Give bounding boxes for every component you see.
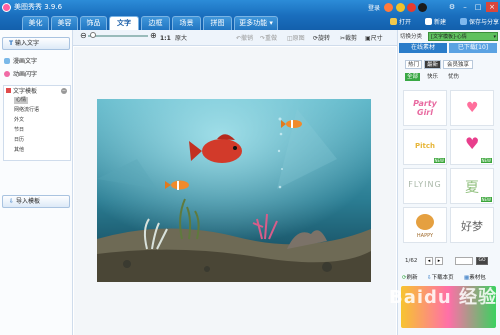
tree-item[interactable]: 网络流行语 [14,107,39,114]
text-icon: T [9,40,14,47]
download-page-button[interactable]: ⇩下载本页 [427,274,454,283]
app-title: 美图秀秀 3.9.6 [14,3,63,11]
tab-beautify[interactable]: 美化 [22,16,49,30]
input-text-button[interactable]: T 输入文字 [2,37,70,50]
material-thumb[interactable]: 夏 NEW [450,168,494,204]
tab-downloaded[interactable]: 已下载[10] [449,43,497,53]
tab-frame[interactable]: 边框 [141,16,170,30]
title-bar: 美图秀秀 3.9.6 登录 ⚙ – □ × [0,0,500,15]
undo-button[interactable]: ↶撤销 [236,35,253,43]
new-badge: NEW [480,197,492,202]
subtab-vip[interactable]: 会员独享 [443,60,473,69]
zoom-in-button[interactable]: ⊕ [150,32,157,40]
tree-item[interactable]: 外文 [14,117,24,124]
material-thumb[interactable]: HAPPY [403,207,447,243]
tab-collage[interactable]: 拼图 [203,16,232,30]
close-button[interactable]: × [486,2,498,12]
category-sad[interactable]: 忧伤 [448,73,459,81]
material-thumb[interactable]: 好梦 [450,207,494,243]
scale-1to1-button[interactable]: 1:1 [160,35,171,43]
crop-button[interactable]: ✂裁剪 [340,35,357,43]
tab-accessory[interactable]: 饰品 [80,16,107,30]
open-button[interactable]: 打开 [390,17,411,28]
original-size-button[interactable]: 原大 [175,35,187,43]
switch-category-select[interactable]: [文字模板]-心情 ▾ [428,32,498,41]
aquarium-image [97,99,371,282]
import-template-button[interactable]: ⇩ 导入模板 [2,195,70,208]
tab-scene[interactable]: 场景 [172,16,201,30]
heart-balloon-icon: ♥ [465,134,480,153]
switch-category-label: 切换分类 [400,34,423,40]
template-icon [6,88,11,93]
hedgehog-icon [416,214,434,230]
animated-text-item[interactable]: 动画闪字 [4,71,37,79]
weibo-icon[interactable] [407,3,416,12]
material-thumb[interactable]: FLYING [403,168,447,204]
tree-item[interactable]: 日历 [14,137,24,144]
page-indicator: 1/62 [405,258,418,264]
dropdown-icon: ▾ [493,34,496,40]
tab-makeup[interactable]: 美容 [51,16,78,30]
zoom-out-button[interactable]: ⊖ [80,32,87,40]
material-thumb[interactable]: ♥ heart-balloon NEW [450,129,494,165]
save-share-button[interactable]: 保存与分享 [460,17,499,28]
maximize-button[interactable]: □ [472,2,484,12]
material-thumb[interactable]: ♥ heart [450,90,494,126]
template-tree: 文字模板 − 心情 网络流行语 外文 节日 日历 其他 [3,85,71,161]
heart-icon: ♥ [466,100,479,116]
tree-item[interactable]: 其他 [14,147,24,154]
redo-button[interactable]: ↷重做 [260,35,277,43]
next-page-button[interactable]: ▸ [435,257,443,265]
material-pack-button[interactable]: ▦素材包 [464,274,486,283]
settings-icon[interactable]: ⚙ [446,2,458,12]
user-icon[interactable] [384,3,393,12]
save-icon [460,18,467,25]
main-tabs: 美化 美容 饰品 文字 边框 场景 拼图 更多功能 ▾ 打开 新建 保存与分享 [0,15,500,31]
tree-title[interactable]: 文字模板 [6,88,37,95]
import-icon: ⇩ [9,198,15,205]
aquarium-photo[interactable] [97,99,371,282]
rotate-button[interactable]: ⟳旋转 [313,35,330,43]
app-logo-icon [2,3,11,12]
baidu-watermark: Baidu 经验 [389,287,498,308]
size-button[interactable]: ▣尺寸 [365,35,383,43]
go-button[interactable]: GO [476,257,488,265]
zoom-slider[interactable] [88,35,148,37]
category-happy[interactable]: 快乐 [427,73,438,81]
category-all[interactable]: 全部 [405,73,421,81]
tree-item[interactable]: 心情 [14,97,29,104]
tree-item[interactable]: 节日 [14,127,24,134]
minimize-button[interactable]: – [459,2,471,12]
login-link[interactable]: 登录 [368,3,380,12]
zoom-slider-handle[interactable] [90,32,96,38]
tab-online-material[interactable]: 在线素材 [399,43,447,53]
refresh-button[interactable]: ⟳刷新 [402,274,418,283]
qq-icon[interactable] [418,3,427,12]
comic-icon [4,58,10,64]
new-badge: NEW [433,158,445,163]
collapse-icon[interactable]: − [61,88,67,94]
folder-icon [390,18,397,25]
tab-text[interactable]: 文字 [109,16,139,31]
page-jump-input[interactable] [455,257,473,265]
new-badge: NEW [480,158,492,163]
material-thumb[interactable]: Pitch NEW [403,129,447,165]
comic-text-item[interactable]: 漫画文字 [4,58,37,66]
new-icon [425,18,432,25]
prev-page-button[interactable]: ◂ [425,257,433,265]
new-button[interactable]: 新建 [425,17,446,28]
tab-more[interactable]: 更多功能 ▾ [234,16,278,30]
sparkle-icon [4,71,10,77]
material-thumb[interactable]: Party Girl [403,90,447,126]
original-image-button[interactable]: ◫原图 [287,35,305,43]
subtab-hot[interactable]: 热门 [405,60,422,69]
skin-icon[interactable] [396,3,405,12]
subtab-new[interactable]: 最新 [424,60,441,69]
